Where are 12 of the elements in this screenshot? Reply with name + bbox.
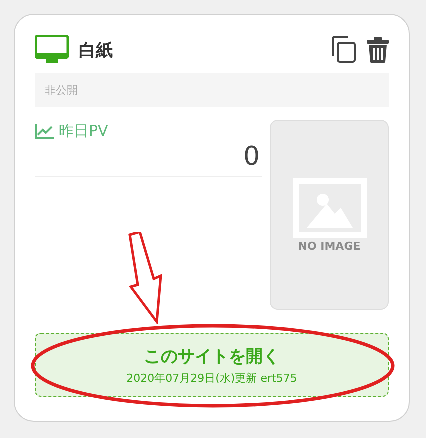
open-site-button[interactable]: このサイトを開く 2020年07月29日(水)更新 ert575: [35, 333, 389, 397]
line-chart-icon: [35, 124, 54, 138]
updated-date: 2020年07月29日(水)更新 ert575: [126, 370, 298, 386]
trash-icon[interactable]: [367, 37, 389, 63]
copy-icon[interactable]: [331, 36, 357, 64]
site-title: 白紙: [79, 40, 114, 62]
no-image-label: NO IMAGE: [298, 240, 361, 252]
visibility-status: 非公開: [35, 73, 389, 107]
button-label: このサイトを開く: [144, 346, 280, 368]
stat-value: 0: [35, 142, 262, 177]
monitor-icon: [35, 35, 69, 65]
stat-label: 昨日PV: [59, 122, 108, 140]
